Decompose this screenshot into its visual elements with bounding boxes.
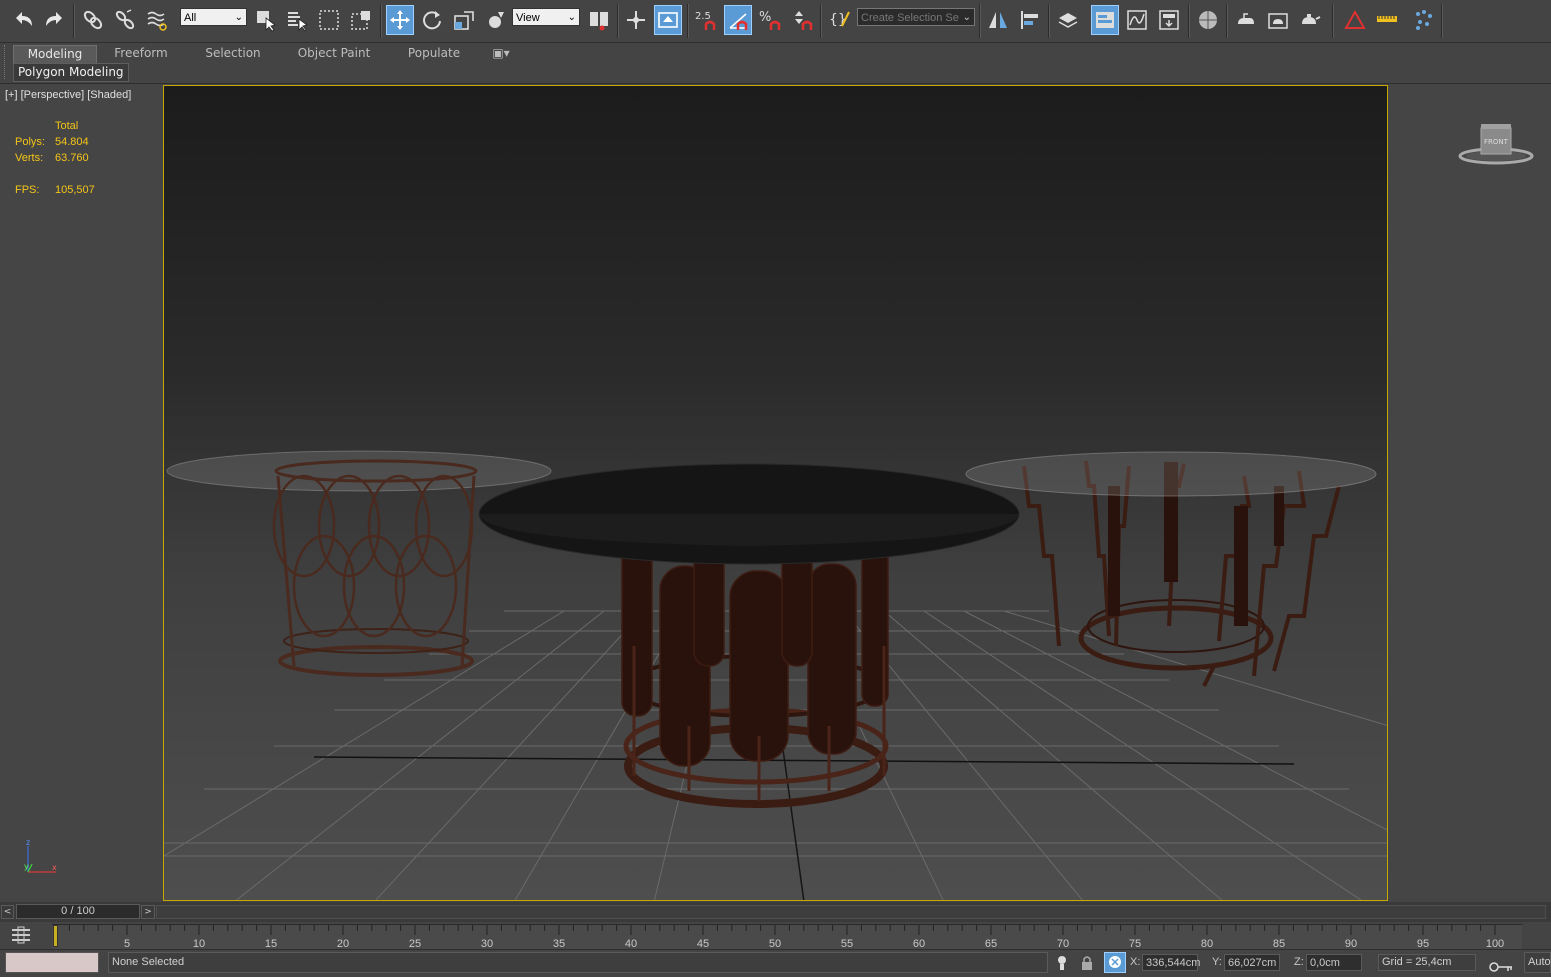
unlink-icon[interactable] <box>111 5 139 35</box>
tab-object-paint[interactable]: Object Paint <box>289 45 379 62</box>
ribbon-panel-polygon-modeling[interactable]: Polygon Modeling <box>13 63 129 82</box>
tab-modeling[interactable]: Modeling <box>13 45 97 64</box>
angle-snap-icon[interactable] <box>724 5 752 35</box>
schematic-view-icon[interactable] <box>1155 5 1183 35</box>
z-coord-label: Z: <box>1294 956 1304 968</box>
ribbon-grip[interactable] <box>4 45 11 79</box>
selection-lock-icon[interactable] <box>1080 954 1094 972</box>
align-icon[interactable] <box>1016 5 1044 35</box>
x-coord-label: X: <box>1130 956 1141 968</box>
status-bar: None Selected X: 336,544cm Y: 66,027cm Z… <box>0 949 1551 976</box>
select-object-icon[interactable] <box>252 5 280 35</box>
selection-status-text: None Selected <box>108 952 1048 973</box>
auto-key-button[interactable]: Auto <box>1524 952 1551 973</box>
scene-canvas[interactable] <box>164 86 1388 901</box>
particle-icon[interactable] <box>1410 5 1438 35</box>
maxscript-listener-mini[interactable] <box>5 952 99 973</box>
spinner-snap-icon[interactable] <box>788 5 816 35</box>
civil-view-icon[interactable] <box>1373 5 1401 35</box>
ribbon-options-icon[interactable]: ▣▾ <box>486 45 516 62</box>
fps-label: FPS: <box>15 184 40 196</box>
axis-tripod-icon: z x y <box>24 838 57 873</box>
prev-frame-button[interactable]: < <box>1 905 14 919</box>
verts-value: 63.760 <box>55 152 89 164</box>
track-bar-toggle-icon[interactable] <box>10 925 32 945</box>
right-side-table[interactable] <box>965 451 1377 687</box>
mirror-icon[interactable] <box>984 5 1012 35</box>
ribbon: Modeling Freeform Selection Object Paint… <box>0 43 1551 84</box>
material-editor-icon[interactable] <box>1194 5 1222 35</box>
absolute-mode-transform-icon[interactable] <box>1104 952 1126 973</box>
render-icon[interactable] <box>1296 5 1324 35</box>
percent-snap-icon[interactable]: % <box>756 5 784 35</box>
axis-y-label: y <box>24 862 29 871</box>
polys-label: Polys: <box>15 136 45 148</box>
render-setup-icon[interactable] <box>1232 5 1260 35</box>
viewcube[interactable]: FRONT <box>1452 122 1540 170</box>
tab-selection[interactable]: Selection <box>192 45 274 62</box>
axis-x-label: x <box>52 863 57 872</box>
polys-value: 54.804 <box>55 136 89 148</box>
rect-select-icon[interactable] <box>315 5 343 35</box>
selection-filter-dropdown[interactable]: All ⌄ <box>180 8 247 26</box>
verts-label: Verts: <box>15 152 44 164</box>
fps-value: 105,507 <box>55 184 95 196</box>
named-selection-sets-dropdown[interactable]: Create Selection Se ⌄ <box>857 8 975 26</box>
rotate-icon[interactable] <box>418 5 446 35</box>
next-frame-button[interactable]: > <box>141 905 155 919</box>
track-bar-ruler[interactable]: 5 10 15 20 25 30 35 40 45 50 55 60 65 70 75 80 85 90 95 100 <box>52 924 1522 950</box>
scale-icon[interactable] <box>450 5 478 35</box>
rendered-frame-icon[interactable] <box>1264 5 1292 35</box>
center-dining-table[interactable] <box>478 463 1020 808</box>
axis-z-label: z <box>26 838 30 847</box>
grid-size-display: Grid = 25,4cm <box>1378 954 1476 971</box>
viewport-label[interactable]: [+] [Perspective] [Shaded] <box>5 89 131 101</box>
bind-spacewarp-icon[interactable] <box>143 5 171 35</box>
select-manipulate-icon[interactable] <box>622 5 650 35</box>
y-coord-field[interactable]: 66,027cm <box>1224 954 1280 971</box>
layer-explorer-icon[interactable] <box>1091 5 1119 35</box>
x-coord-field[interactable]: 336,544cm <box>1142 954 1200 971</box>
reference-coord-dropdown[interactable]: View ⌄ <box>512 8 580 26</box>
time-slider-bar: < 0 / 100 > <box>0 902 1551 922</box>
tab-populate[interactable]: Populate <box>394 45 474 62</box>
left-side-table[interactable] <box>166 450 552 677</box>
keyboard-shortcut-icon[interactable] <box>654 5 682 35</box>
stats-header: Total <box>55 120 79 132</box>
viewcube-face-label: FRONT <box>1484 138 1509 146</box>
viewport-left-area: [+] [Perspective] [Shaded] Total Polys: … <box>0 84 163 902</box>
snap-toggle-icon[interactable]: 2.5 <box>692 5 720 35</box>
undo-icon[interactable] <box>10 5 38 35</box>
y-coord-label: Y: <box>1212 956 1222 968</box>
edit-named-sets-icon[interactable]: {} <box>826 5 854 35</box>
place-icon[interactable] <box>482 5 510 35</box>
current-frame-marker[interactable] <box>53 925 58 947</box>
redo-icon[interactable] <box>40 5 68 35</box>
isolate-selection-icon[interactable] <box>1054 954 1070 972</box>
scene-explorer-icon[interactable] <box>1054 5 1082 35</box>
track-bar: 5 10 15 20 25 30 35 40 45 50 55 60 65 70 75 80 85 90 95 100 <box>0 922 1551 950</box>
set-key-icon[interactable] <box>1488 960 1514 974</box>
perspective-viewport[interactable] <box>163 85 1388 901</box>
time-slider-track[interactable] <box>156 905 1546 919</box>
window-crossing-icon[interactable] <box>347 5 375 35</box>
move-icon[interactable] <box>386 5 414 35</box>
tab-freeform[interactable]: Freeform <box>100 45 182 62</box>
svg-text:%: % <box>759 10 771 25</box>
select-by-name-icon[interactable] <box>283 5 311 35</box>
curve-editor-icon[interactable] <box>1123 5 1151 35</box>
z-coord-field[interactable]: 0,0cm <box>1306 954 1362 971</box>
snap-toggle-label: 2.5 <box>695 11 711 22</box>
viewport-right-area: FRONT <box>1388 84 1551 902</box>
link-icon[interactable] <box>79 5 107 35</box>
time-slider-thumb[interactable]: 0 / 100 <box>16 904 140 919</box>
main-toolbar: All ⌄ View ⌄ 2.5 % {} Create Selection Se ⌄ <box>0 0 1551 43</box>
use-pivot-icon[interactable] <box>585 5 613 35</box>
ruler-icon[interactable] <box>1341 5 1369 35</box>
